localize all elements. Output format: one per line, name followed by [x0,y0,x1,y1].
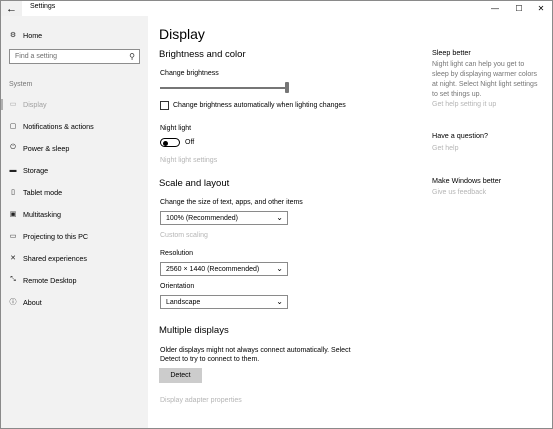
get-help-link[interactable]: Get help [432,145,458,152]
toggle-knob [163,140,168,146]
sleep-better-heading: Sleep better [432,48,471,57]
storage-icon: ▬ [9,166,17,174]
sidebar-item-label: Power & sleep [23,143,70,153]
custom-scaling-link[interactable]: Custom scaling [160,232,208,239]
question-heading: Have a question? [432,131,488,140]
display-icon: ▭ [9,101,17,108]
brightness-slider-thumb[interactable] [285,82,289,93]
sidebar-section-label: System [9,81,33,88]
feedback-link[interactable]: Give us feedback [432,189,486,196]
orientation-dropdown-value: Landscape [166,299,201,306]
sidebar-item-label: About [23,297,42,307]
sidebar-item-tablet[interactable]: ▯ Tablet mode [1,182,148,202]
night-light-toggle[interactable] [160,138,180,147]
sidebar-item-home[interactable]: ⚙ Home [1,25,148,45]
notifications-icon: ▢ [9,123,17,130]
sidebar-item-multitasking[interactable]: ▣ Multitasking [1,204,148,224]
sidebar-item-label: Multitasking [23,209,61,219]
shared-icon: ✕ [10,255,16,262]
size-dropdown[interactable]: 100% (Recommended) ⌄ [160,211,288,225]
sidebar-item-label: Tablet mode [23,187,63,197]
home-icon: ⚙ [9,32,17,39]
brightness-heading: Brightness and color [159,49,246,60]
sidebar-item-label: Storage [23,165,49,175]
sleep-better-line2: sleep by displaying warmer colors [432,71,538,78]
back-button[interactable]: ← [1,1,22,16]
sidebar-item-label: Shared experiences [23,253,87,263]
sidebar-item-label: Projecting to this PC [23,231,89,241]
sleep-better-line3: at night. Select Night light settings [432,81,538,88]
chevron-down-icon: ⌄ [276,264,283,273]
projecting-icon: ▭ [9,233,17,240]
maximize-button[interactable]: ☐ [507,1,531,16]
brightness-slider-track[interactable] [160,87,288,89]
resolution-label: Resolution [160,250,194,257]
page-title: Display [159,26,205,42]
sleep-better-line1: Night light can help you get to [432,61,525,68]
night-light-settings-link[interactable]: Night light settings [160,157,217,164]
sidebar-item-label: Display [23,99,47,109]
size-dropdown-value: 100% (Recommended) [166,215,238,222]
window-title: Settings [30,3,56,10]
multitasking-icon: ▣ [9,211,17,218]
orientation-label: Orientation [160,283,195,290]
orientation-dropdown[interactable]: Landscape ⌄ [160,295,288,309]
search-placeholder: Find a setting [15,53,58,60]
sidebar-item-label: Notifications & actions [23,121,94,131]
sidebar-item-remote-desktop[interactable]: ⤡ Remote Desktop [1,270,148,290]
chevron-down-icon: ⌄ [276,213,283,222]
close-button[interactable]: ✕ [529,1,553,16]
title-bar: ← Settings — ☐ ✕ [1,1,552,16]
display-adapter-link[interactable]: Display adapter properties [160,397,242,404]
back-arrow-icon: ← [6,2,17,15]
get-help-setting-link[interactable]: Get help setting it up [432,101,496,108]
minimize-button[interactable]: — [483,1,507,16]
sleep-better-line4: to set things up. [432,91,482,98]
night-light-label: Night light [160,125,192,132]
chevron-down-icon: ⌄ [276,297,283,306]
night-light-state: Off [185,139,195,146]
remote-desktop-icon: ⤡ [10,276,16,283]
sidebar-item-display[interactable]: ▭ Display [1,94,148,114]
resolution-dropdown-value: 2560 × 1440 (Recommended) [166,266,260,273]
size-label: Change the size of text, apps, and other… [160,199,303,206]
resolution-dropdown[interactable]: 2560 × 1440 (Recommended) ⌄ [160,262,288,276]
sidebar-item-projecting[interactable]: ▭ Projecting to this PC [1,226,148,246]
tablet-icon: ▯ [11,189,15,196]
sidebar-item-label: Remote Desktop [23,275,77,285]
multiple-description-line1: Older displays might not always connect … [160,347,351,354]
sidebar-item-power[interactable]: ⏻ Power & sleep [1,138,148,158]
multiple-displays-heading: Multiple displays [159,325,229,336]
minimize-icon: — [491,4,499,13]
maximize-icon: ☐ [515,4,523,13]
sidebar-item-label: Home [23,30,43,40]
power-icon: ⏻ [10,144,16,151]
search-icon: ⚲ [129,52,135,61]
close-icon: ✕ [537,4,545,13]
search-input[interactable]: Find a setting ⚲ [9,49,140,64]
sidebar-item-storage[interactable]: ▬ Storage [1,160,148,180]
change-brightness-label: Change brightness [160,70,219,77]
scale-heading: Scale and layout [159,178,230,189]
about-icon: ⓘ [9,299,17,306]
detect-button[interactable]: Detect [159,368,202,383]
sidebar-item-notifications[interactable]: ▢ Notifications & actions [1,116,148,136]
sidebar-item-shared[interactable]: ✕ Shared experiences [1,248,148,268]
sidebar-item-about[interactable]: ⓘ About [1,292,148,312]
auto-brightness-checkbox[interactable] [160,101,169,110]
multiple-description-line2: Detect to try to connect to them. [160,356,260,363]
windows-better-heading: Make Windows better [432,176,502,185]
auto-brightness-label: Change brightness automatically when lig… [173,102,346,109]
